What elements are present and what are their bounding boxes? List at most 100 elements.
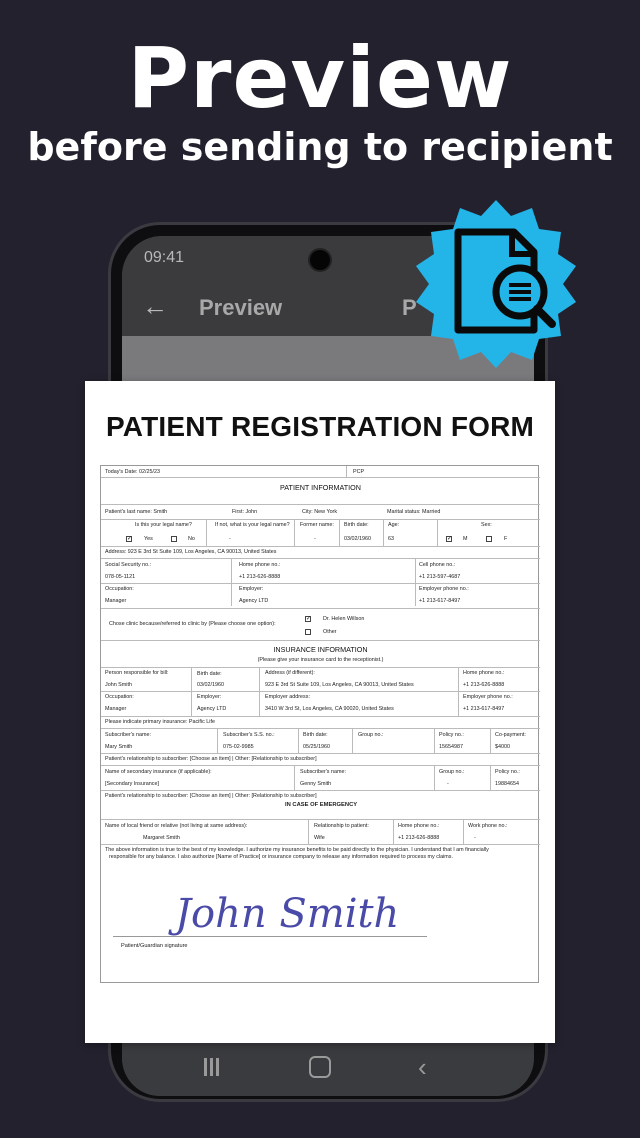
- form-document: PATIENT REGISTRATION FORM Today's Date: …: [85, 381, 555, 1043]
- employer-value: Agency LTD: [239, 598, 269, 604]
- no-label: No: [188, 536, 195, 542]
- addr-diff-value: 923 E 3rd St Suite 109, Los Angeles, CA …: [265, 682, 414, 688]
- insurance-heading: INSURANCE INFORMATION: [273, 645, 368, 654]
- copay-label: Co-payment:: [495, 732, 526, 738]
- emp-phone-label: Employer phone no.:: [419, 586, 469, 592]
- first-name: First: John: [232, 509, 258, 515]
- occupation-label: Occupation:: [105, 586, 134, 592]
- policy-label: Policy no.:: [439, 732, 464, 738]
- sub-ss-value: 075-02-9985: [223, 744, 254, 750]
- work3-value: -: [474, 835, 476, 841]
- consent-line-2: responsible for any balance. I also auth…: [109, 854, 453, 860]
- male-label: M: [463, 536, 468, 542]
- primary-insurance: Please indicate primary insurance: Pacif…: [105, 719, 215, 725]
- cell-value: +1 213-597-4687: [419, 574, 461, 580]
- policy2-value: 19884654: [495, 781, 519, 787]
- emp-phone2-label: Employer phone no.:: [463, 694, 513, 700]
- doctor-checkbox[interactable]: ✓: [305, 616, 311, 622]
- sec-ins-label: Name of secondary insurance (if applicab…: [105, 769, 212, 775]
- sub-bd-label: Birth date:: [303, 732, 328, 738]
- home2-label: Home phone no.:: [463, 670, 505, 676]
- status-time: 09:41: [144, 249, 185, 266]
- doctor-option: Dr. Helen Willson: [323, 616, 365, 622]
- marital-status: Marital status: Married: [387, 509, 441, 515]
- rel-patient-label: Relationship to patient:: [314, 823, 369, 829]
- city: City: New York: [302, 509, 338, 515]
- yes-checkbox[interactable]: ✓: [126, 536, 132, 542]
- home3-label: Home phone no.:: [398, 823, 440, 829]
- emp-addr-value: 3410 W 3rd St, Los Angeles, CA 90020, Un…: [265, 706, 394, 712]
- address: Address: 923 E 3rd St Suite 109, Los Ang…: [105, 549, 277, 555]
- home2-value: +1 213-626-8888: [463, 682, 505, 688]
- legal-name-value: -: [229, 536, 231, 542]
- female-label: F: [504, 536, 508, 542]
- insurance-note: (Please give your insurance card to the …: [257, 657, 384, 663]
- consent-line-1: The above information is true to the bes…: [105, 847, 489, 853]
- system-nav-bar: ‹: [122, 1042, 534, 1096]
- addr-diff-label: Address (if different):: [265, 670, 315, 676]
- document-search-badge-icon: [410, 198, 582, 370]
- work3-label: Work phone no.:: [468, 823, 508, 829]
- emp-phone-value: +1 213-617-8497: [419, 598, 461, 604]
- policy-value: 15654987: [439, 744, 463, 750]
- sub2-label: Subscriber's name:: [300, 769, 346, 775]
- app-title: Preview: [199, 295, 283, 320]
- group-label: Group no.:: [358, 732, 384, 738]
- policy2-label: Policy no.:: [495, 769, 520, 775]
- patient-signature: John Smith: [175, 891, 400, 937]
- legal-name-if: If not, what is your legal name?: [215, 522, 290, 528]
- emp2-value: Agency LTD: [197, 706, 227, 712]
- recents-icon[interactable]: [204, 1058, 222, 1076]
- bill-birth-value: 03/02/1960: [197, 682, 224, 688]
- signature-label: Patient/Guardian signature: [121, 943, 188, 949]
- birth-date-value: 03/02/1960: [344, 536, 371, 542]
- occ2-value: Manager: [105, 706, 127, 712]
- rel-patient-value: Wife: [314, 835, 325, 841]
- relationship-2: Patient's relationship to subscriber: [C…: [105, 793, 317, 799]
- group2-label: Group no.:: [439, 769, 465, 775]
- employer-label: Employer:: [239, 586, 264, 592]
- nav-back-icon[interactable]: ‹: [418, 1052, 427, 1083]
- hero-subtitle: before sending to recipient: [27, 125, 613, 169]
- bill-birth-label: Birth date:: [197, 671, 222, 677]
- occupation-value: Manager: [105, 598, 127, 604]
- sec-ins-value: [Secondary Insurance]: [105, 781, 159, 787]
- emp2-label: Employer:: [197, 694, 222, 700]
- other-checkbox[interactable]: [305, 629, 311, 635]
- person-bill-label: Person responsible for bill:: [105, 670, 169, 676]
- form-title: PATIENT REGISTRATION FORM: [105, 411, 535, 442]
- hero-title: Preview: [127, 29, 513, 127]
- emp-addr-label: Employer address:: [265, 694, 310, 700]
- female-checkbox[interactable]: [486, 536, 492, 542]
- camera-icon: [308, 248, 332, 272]
- home-icon[interactable]: [309, 1056, 331, 1078]
- pcp-field: PCP: [353, 469, 365, 475]
- occ2-label: Occupation:: [105, 694, 134, 700]
- relationship-1: Patient's relationship to subscriber: [C…: [105, 756, 317, 762]
- today-date: Today's Date: 02/25/23: [105, 469, 160, 475]
- home-phone-value: +1 213-626-8888: [239, 574, 281, 580]
- no-checkbox[interactable]: [171, 536, 177, 542]
- sub-name-label: Subscriber's name:: [105, 732, 151, 738]
- cell-label: Cell phone no.:: [419, 562, 456, 568]
- legal-name-question: Is this your legal name?: [135, 522, 192, 528]
- copay-value: $4000: [495, 744, 510, 750]
- back-arrow-icon[interactable]: ←: [142, 293, 168, 319]
- age-label: Age:: [388, 522, 400, 528]
- friend-value: Margaret Smith: [143, 835, 180, 841]
- signature-line: [113, 936, 427, 937]
- ssn-value: 078-05-1121: [105, 574, 136, 580]
- age-value: 63: [388, 536, 394, 542]
- yes-label: Yes: [144, 536, 153, 542]
- home3-value: +1 213-626-8888: [398, 835, 440, 841]
- person-bill-value: John Smith: [105, 682, 132, 688]
- emergency-heading: IN CASE OF EMERGENCY: [285, 802, 358, 808]
- sub-ss-label: Subscriber's S.S. no.:: [223, 732, 275, 738]
- patient-info-heading: PATIENT INFORMATION: [280, 483, 361, 492]
- emp-phone2-value: +1 213-617-8497: [463, 706, 505, 712]
- sex-label: Sex:: [481, 522, 492, 528]
- group2-value: -: [447, 781, 449, 787]
- former-name-value: -: [314, 536, 316, 542]
- former-name-label: Former name:: [300, 522, 334, 528]
- male-checkbox[interactable]: ✓: [446, 536, 452, 542]
